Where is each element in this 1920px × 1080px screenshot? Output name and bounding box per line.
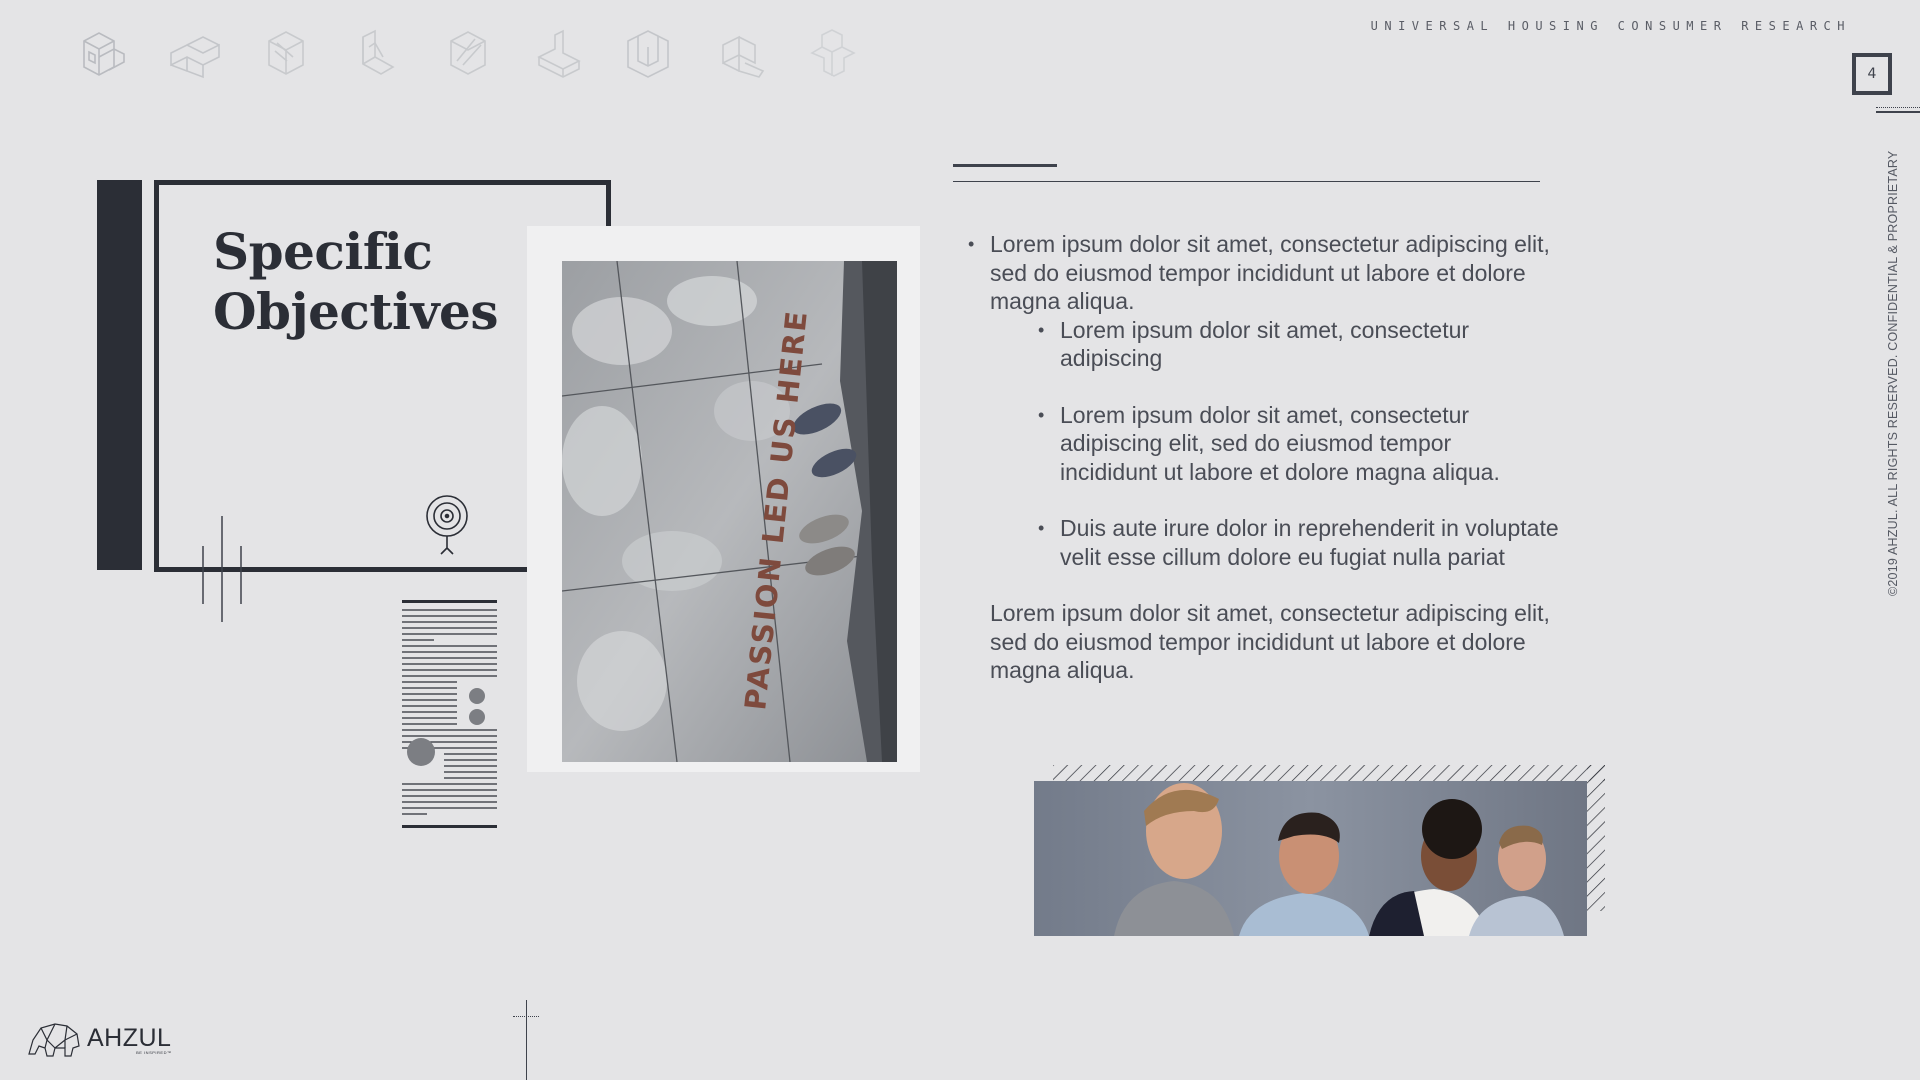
bullet-item: Lorem ipsum dolor sit amet, consectetur … [960,230,1570,316]
people-photo [1034,781,1587,936]
page-number-underline [1876,111,1920,113]
isometric-block-icon-5 [422,22,513,84]
page-number-badge: 4 [1852,53,1892,95]
isometric-block-icon-8 [695,22,786,84]
body-content: Lorem ipsum dolor sit amet, consectetur … [960,230,1600,685]
logo-text: AHZUL [87,1024,172,1052]
sub-bullet-item: Lorem ipsum dolor sit amet, consectetur … [960,316,1540,373]
accent-line-long [953,181,1540,182]
isometric-block-icon-9 [786,22,877,84]
body-paragraph: Lorem ipsum dolor sit amet, consectetur … [990,600,1550,683]
isometric-block-icon-4 [331,22,422,84]
sidewalk-photo: PASSION LED US HERE [562,261,897,762]
isometric-block-icon-7 [604,22,695,84]
page-title-line-1: Specific [213,222,433,281]
sub-bullet-item: Lorem ipsum dolor sit amet, consectetur … [960,401,1540,487]
accent-line-short [953,164,1057,167]
tick-lines-decoration [200,516,244,629]
isometric-block-icon-6 [513,22,604,84]
page-title-line-2: Objectives [213,282,498,341]
sub-bullet-item: Duis aute irure dolor in reprehenderit i… [960,514,1590,571]
elephant-icon [25,1018,81,1063]
copyright-notice: ©2019 AHZUL. ALL RIGHTS RESERVED. CONFID… [1886,150,1900,596]
accent-bar [97,180,142,570]
icon-row [58,22,877,84]
target-icon [423,494,471,561]
page-number-dotted-line [1876,107,1920,108]
page-number: 4 [1867,66,1877,82]
striped-decoration [402,600,497,828]
isometric-block-icon-2 [149,22,240,84]
page-title: Specific Objectives [213,222,498,342]
company-logo: AHZUL BE INSPIRED™ [25,1018,171,1063]
isometric-block-icon-3 [240,22,331,84]
isometric-block-icon-1 [58,22,149,84]
footer-vertical-line [526,1000,527,1080]
header-title: UNIVERSAL HOUSING CONSUMER RESEARCH [1370,19,1851,33]
